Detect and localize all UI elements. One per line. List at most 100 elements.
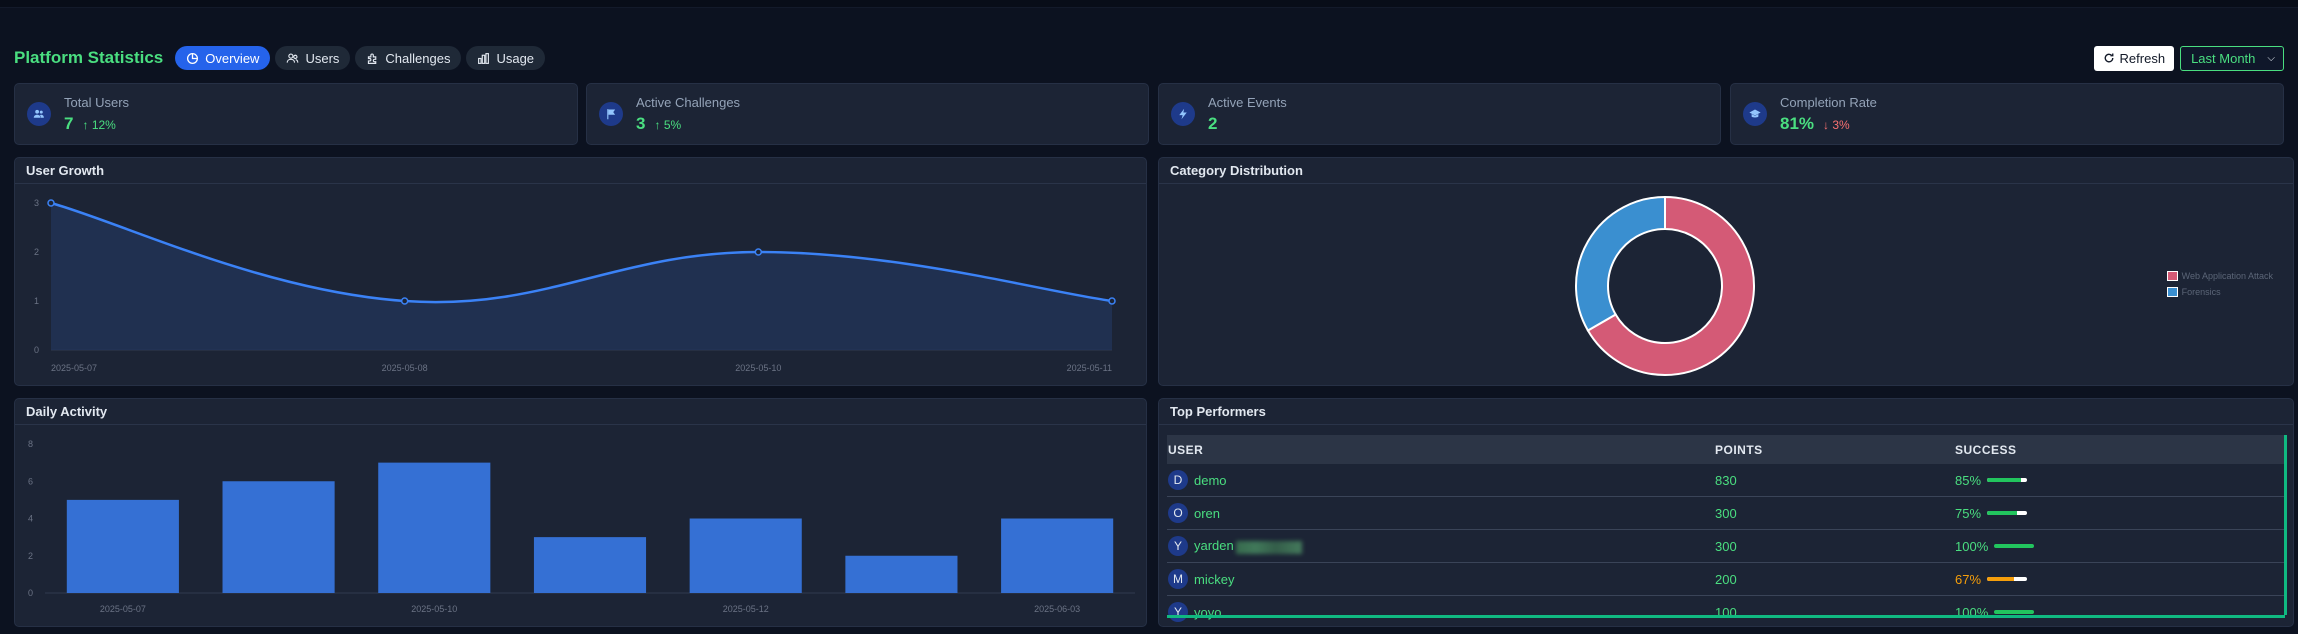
x-tick-label: 2025-05-08 (382, 363, 428, 373)
y-tick-label: 8 (28, 439, 33, 449)
x-tick-label: 2025-05-10 (411, 604, 457, 614)
stat-value: 81% (1780, 113, 1815, 133)
flag-icon (599, 102, 623, 126)
user-points: 300 (1715, 538, 1737, 554)
category-distribution-panel: Category Distribution Web Application At… (1158, 157, 2294, 386)
bar (222, 481, 335, 593)
table-row[interactable]: M mickey 200 67% (1167, 563, 2285, 596)
avatar: Y (1168, 602, 1188, 622)
bar (845, 555, 958, 593)
header-actions: Refresh Last Month ⌵ (2093, 45, 2284, 71)
stat-change-value: 5% (663, 117, 682, 132)
stat-label: Active Challenges (636, 94, 741, 110)
user-points: 300 (1715, 505, 1737, 521)
panel-title: User Growth (15, 158, 1146, 184)
time-range-value: Last Month (2191, 50, 2256, 66)
y-tick-label: 1 (34, 296, 39, 306)
tab-challenges[interactable]: Challenges (355, 46, 462, 70)
stat-card-total-users: Total Users 7 ↑ 12% (14, 83, 578, 145)
success-bar-fill (1994, 544, 2035, 548)
panel-title: Category Distribution (1159, 158, 2293, 184)
y-tick-label: 3 (34, 198, 39, 208)
user-name[interactable]: oren (1194, 506, 1220, 521)
table-row[interactable]: D demo 830 85% (1167, 464, 2285, 497)
arrow-up-icon: ↑ (82, 117, 92, 132)
avatar: Y (1168, 536, 1188, 556)
success-bar (1994, 610, 2035, 614)
user-points: 200 (1715, 571, 1737, 587)
stat-change: ↑ 12% (82, 118, 115, 132)
bar (689, 518, 802, 593)
stat-value: 2 (1208, 113, 1218, 133)
success-rate: 85% (1955, 472, 1982, 488)
success-cell: 75% (1955, 506, 2028, 521)
avatar: D (1168, 470, 1188, 490)
stat-value: 7 (64, 113, 74, 133)
column-header-points[interactable]: POINTS (1715, 443, 1763, 457)
success-bar-fill (1994, 610, 2035, 614)
category-donut-chart (1575, 195, 1755, 376)
bar-chart-icon (478, 52, 490, 64)
y-tick-label: 6 (28, 476, 33, 486)
daily-activity-panel: Daily Activity 0 2 4 6 8 2025-05-07 2025-05-10… (14, 398, 1147, 627)
success-rate: 100% (1955, 538, 1989, 554)
y-tick-label: 0 (28, 588, 33, 598)
avatar: O (1168, 503, 1188, 523)
graduation-cap-icon (1743, 102, 1767, 126)
tab-overview[interactable]: Overview (175, 46, 271, 70)
tab-usage[interactable]: Usage (466, 46, 546, 70)
user-name-text: yarden (1194, 538, 1234, 554)
data-point (1108, 297, 1116, 305)
tab-label: Overview (205, 50, 260, 66)
panel-title: Daily Activity (15, 399, 1146, 425)
y-tick-label: 2 (34, 247, 39, 257)
page-title: Platform Statistics (14, 48, 164, 67)
top-bar (0, 0, 2298, 8)
stat-value: 3 (636, 113, 646, 133)
table-row[interactable]: O oren 300 75% (1167, 497, 2285, 530)
top-performers-panel: Top Performers USER POINTS SUCCESS D dem… (1158, 398, 2294, 627)
y-tick-label: 2 (28, 551, 33, 561)
refresh-label: Refresh (2119, 50, 2166, 66)
bar (533, 537, 647, 593)
legend-swatch (2166, 287, 2178, 297)
puzzle-icon (368, 53, 377, 64)
user-growth-panel: User Growth 0 1 2 3 2025-05-07 2025-05-08 2025… (14, 157, 1147, 386)
success-bar-fill (1987, 577, 2014, 581)
success-rate: 67% (1955, 571, 1982, 587)
legend-label: Web Application Attack (2181, 271, 2273, 281)
stat-change: ↓ 3% (1823, 118, 1850, 132)
tab-users[interactable]: Users (275, 46, 351, 70)
success-bar (1987, 577, 2028, 581)
refresh-button[interactable]: Refresh (2093, 45, 2175, 71)
vertical-scrollbar[interactable] (2284, 435, 2287, 615)
x-tick-label: 2025-05-11 (1067, 363, 1112, 373)
user-growth-chart: 0 1 2 3 2025-05-07 2025-05-08 2025-05-10 2025-0… (34, 198, 1116, 373)
x-tick-label: 2025-05-07 (100, 604, 146, 614)
column-header-user[interactable]: USER (1168, 443, 1203, 457)
tab-label: Usage (496, 50, 535, 66)
user-name[interactable]: mickey (1194, 572, 1234, 587)
data-point (754, 248, 763, 256)
table-row[interactable]: Y yarden 300 100% (1167, 530, 2285, 563)
success-cell: 67% (1955, 571, 2028, 587)
legend-label: Forensics (2181, 287, 2221, 297)
legend-item[interactable]: Forensics (2166, 287, 2273, 297)
time-range-select[interactable]: Last Month ⌵ (2180, 45, 2284, 71)
chart-legend: Web Application Attack Forensics (2166, 271, 2273, 303)
user-name[interactable]: yarden (1194, 538, 1302, 554)
x-tick-label: 2025-05-10 (735, 363, 781, 373)
horizontal-scrollbar[interactable] (1167, 615, 2285, 618)
legend-item[interactable]: Web Application Attack (2166, 271, 2273, 281)
data-point (400, 297, 409, 305)
bar (66, 499, 179, 593)
series-area (51, 203, 1112, 350)
tab-label: Challenges (385, 50, 451, 66)
redacted-text (1235, 540, 1302, 554)
column-header-success[interactable]: SUCCESS (1955, 443, 2017, 457)
user-name[interactable]: demo (1194, 473, 1227, 488)
stat-card-active-events: Active Events 2 (1158, 83, 1721, 145)
y-tick-label: 0 (34, 345, 39, 355)
table-row[interactable]: Y yoyo 100 100% (1167, 596, 2285, 626)
stat-label: Active Events (1208, 94, 1287, 110)
